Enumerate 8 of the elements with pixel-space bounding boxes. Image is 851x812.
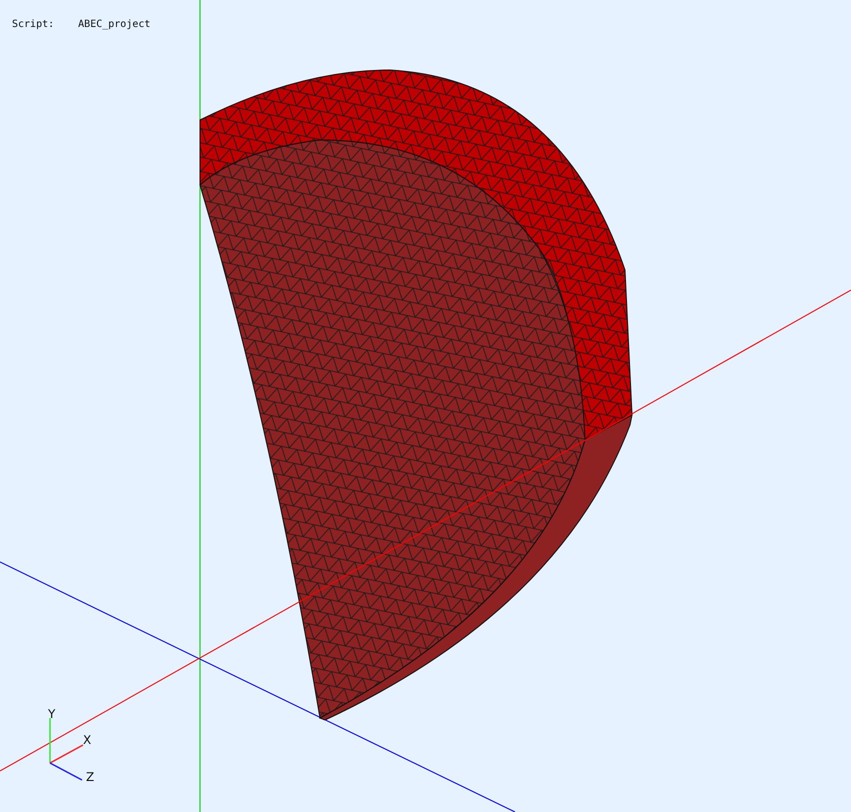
triad-z-label: Z [86,770,94,784]
triad-y-line [49,718,51,763]
script-label: Script: [12,19,54,30]
triad-z-line [50,762,82,781]
triad-x-line [50,744,84,764]
triad-x-label: X [83,733,92,747]
script-name: ABEC_project [78,19,150,30]
triad-y-label: Y [48,707,56,721]
